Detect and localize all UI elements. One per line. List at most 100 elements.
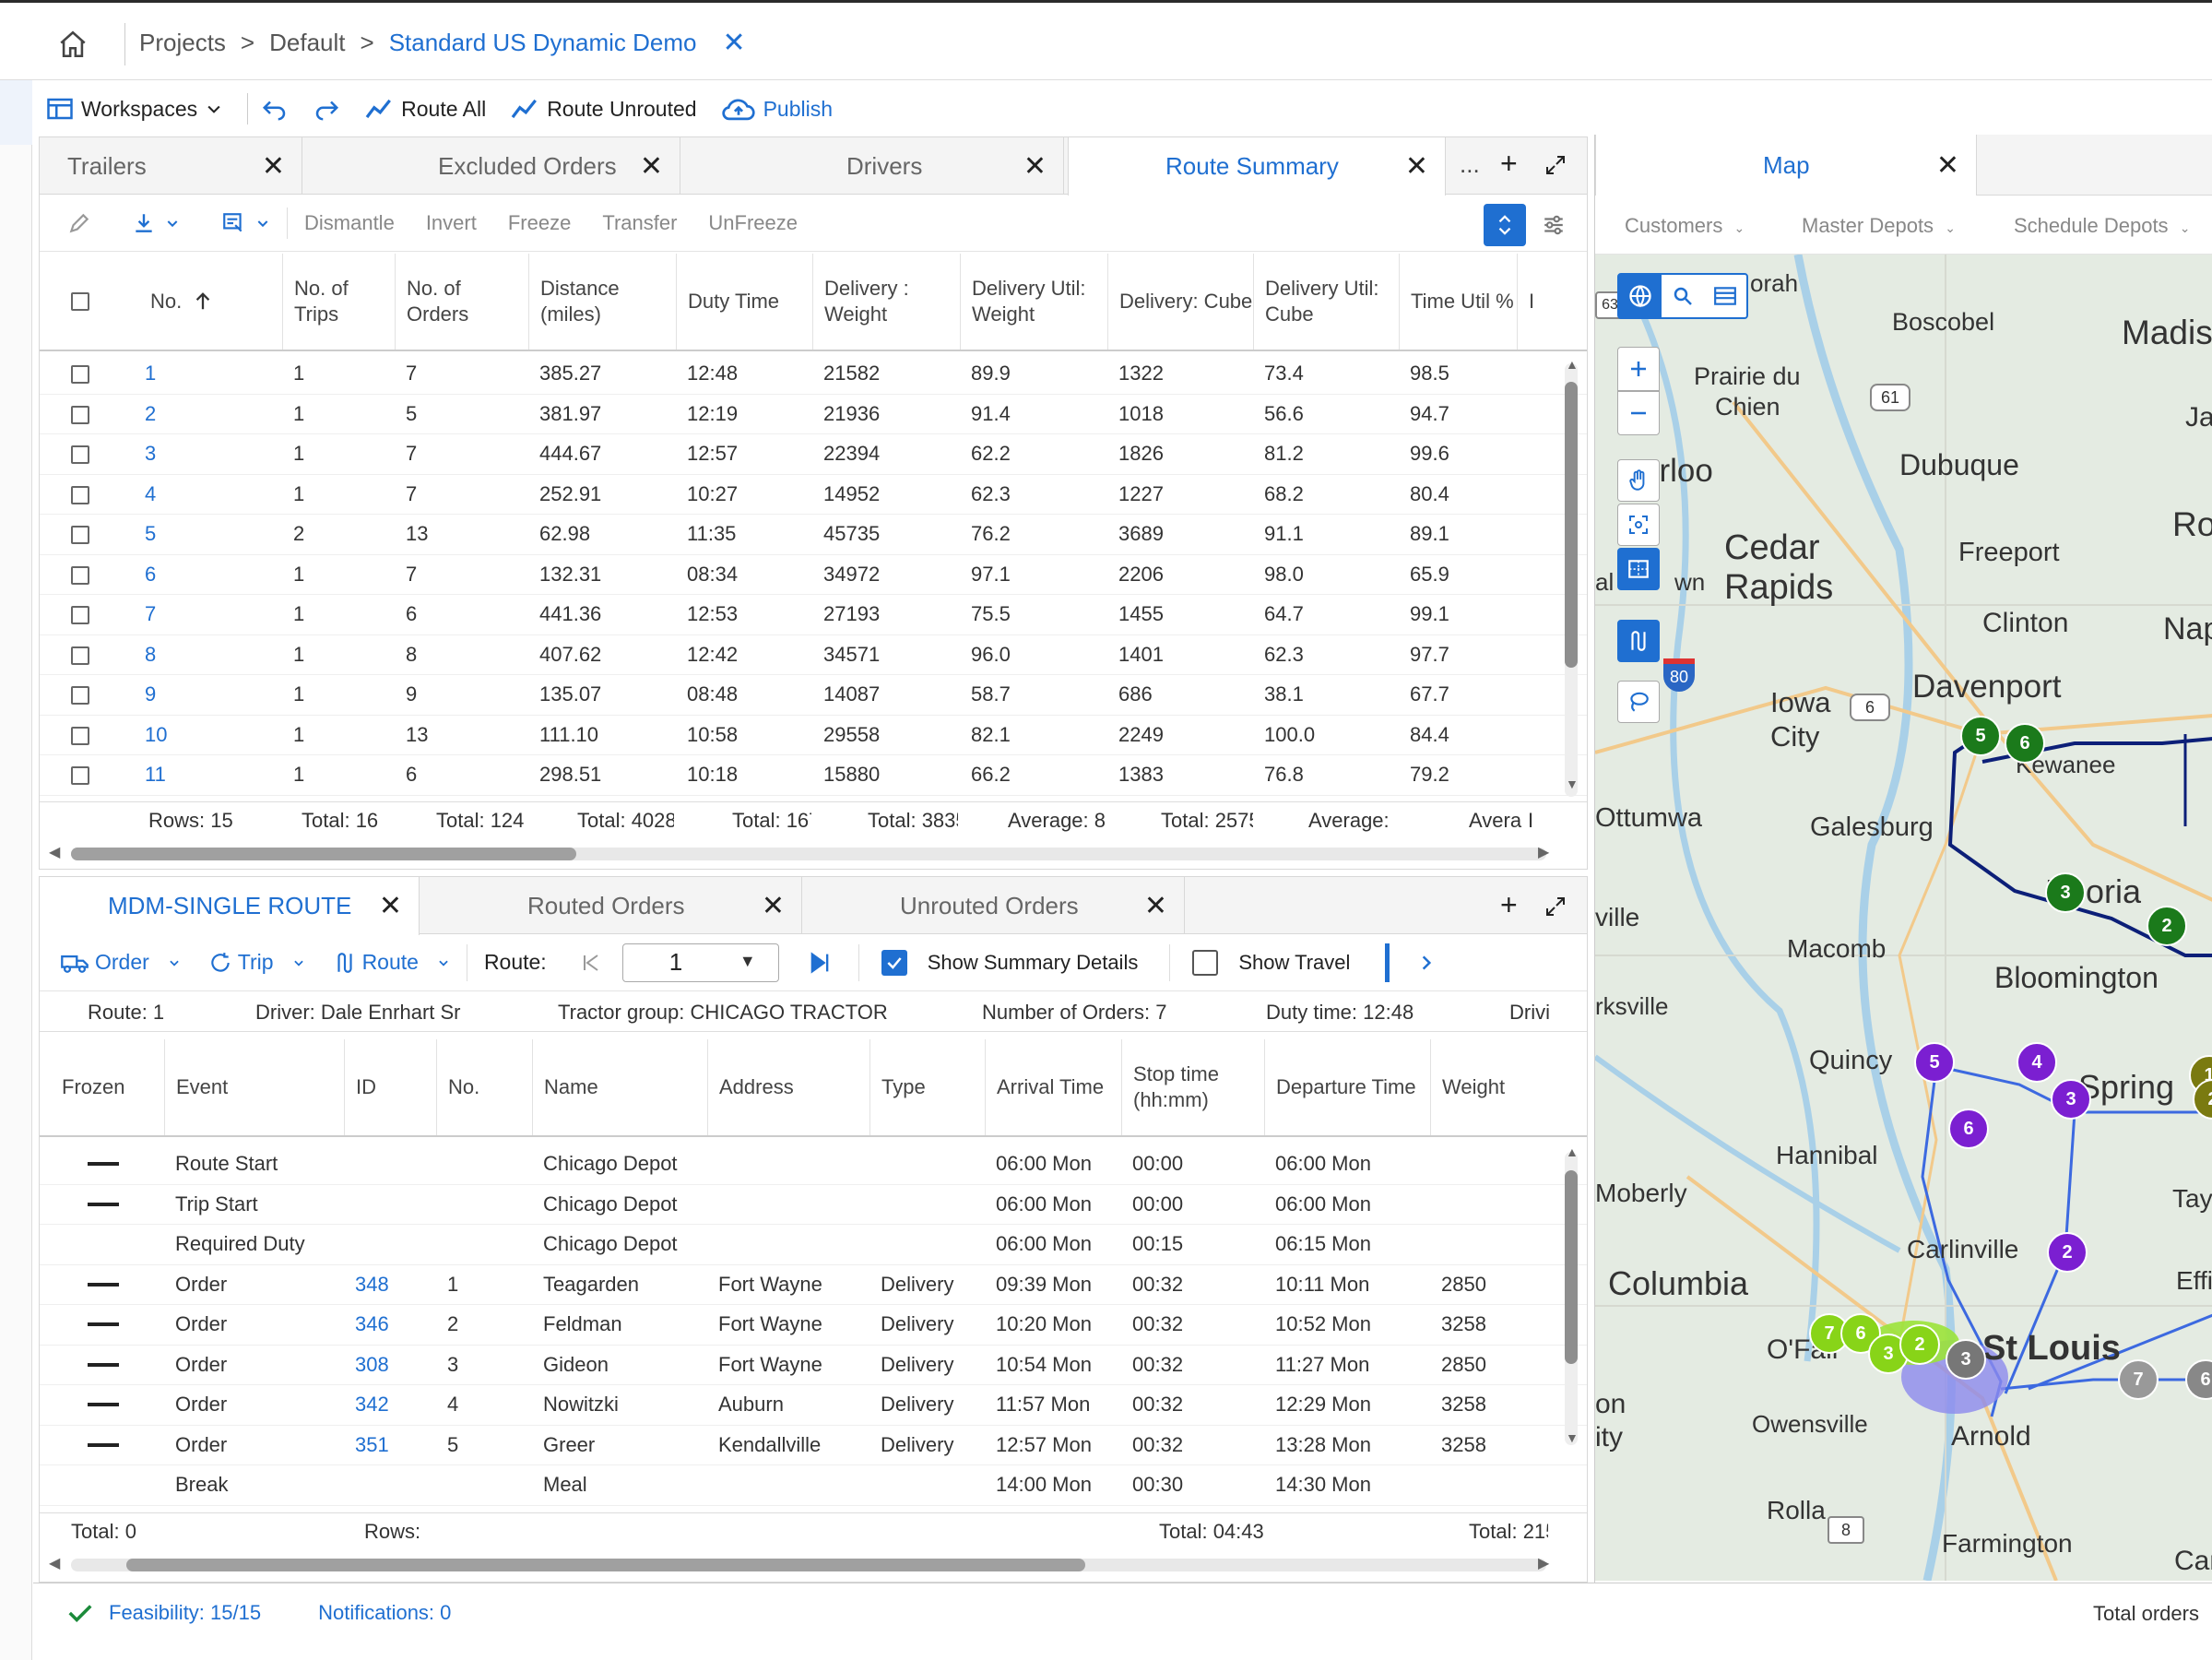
close-icon[interactable]: ✕: [1023, 150, 1047, 183]
row-checkbox[interactable]: [71, 526, 89, 544]
table-row[interactable]: Required Duty Chicago Depot 06:00 Mon 00:15…: [40, 1225, 1587, 1265]
redo-button[interactable]: [313, 95, 340, 123]
route-edit-icon[interactable]: [1617, 620, 1660, 662]
notifications-status[interactable]: Notifications: 0: [318, 1601, 451, 1625]
filter-schedule-depots[interactable]: Schedule Depots ⌄: [2014, 214, 2190, 238]
scroll-down-icon[interactable]: ▼: [1566, 777, 1579, 791]
route-number-link[interactable]: 6: [134, 555, 156, 595]
zoom-out-icon[interactable]: [1617, 391, 1660, 435]
col-truncated[interactable]: I: [1517, 254, 1550, 350]
table-row[interactable]: 7 1 6 441.36 12:53 27193 75.5 1455 64.7 99.1: [40, 595, 1587, 635]
col-delivery-weight[interactable]: Delivery : Weight: [812, 254, 960, 350]
route-stop-marker[interactable]: 5: [1960, 716, 2001, 756]
chevron-down-icon[interactable]: [255, 216, 270, 231]
scrollbar-thumb[interactable]: [1565, 382, 1578, 668]
table-row[interactable]: 3 1 7 444.67 12:57 22394 62.2 1826 81.2 99.6: [40, 434, 1587, 475]
scroll-right-icon[interactable]: ▶: [1538, 1554, 1549, 1572]
freeze-button[interactable]: Freeze: [508, 211, 571, 235]
last-route-icon[interactable]: [807, 950, 833, 976]
table-row[interactable]: 10 1 13 111.10 10:58 29558 82.1 2249 100.0 84.4: [40, 716, 1587, 755]
route-stop-marker[interactable]: 6: [1948, 1109, 1989, 1149]
feasibility-status[interactable]: Feasibility: 15/15: [109, 1601, 261, 1625]
row-checkbox[interactable]: [71, 565, 89, 585]
close-icon[interactable]: ✕: [262, 150, 285, 183]
close-icon[interactable]: ✕: [640, 150, 663, 183]
table-row[interactable]: Route Start Chicago Depot 06:00 Mon 00:00 06…: [40, 1144, 1587, 1185]
expand-icon[interactable]: [1544, 154, 1567, 176]
tab-unrouted-orders[interactable]: Unrouted Orders ✕: [802, 877, 1185, 934]
route-stop-marker[interactable]: 2: [2147, 906, 2187, 946]
pan-hand-icon[interactable]: [1617, 459, 1660, 502]
vertical-scrollbar[interactable]: [1565, 1152, 1578, 1445]
undo-button[interactable]: [261, 95, 289, 123]
route-number-link[interactable]: 2: [134, 395, 156, 434]
trip-menu[interactable]: Trip: [208, 950, 305, 975]
col-distance[interactable]: Distance (miles): [528, 254, 676, 350]
table-row[interactable]: Order 346 2 Feldman Fort Wayne Delivery 10:20 …: [40, 1305, 1587, 1346]
invert-button[interactable]: Invert: [426, 211, 477, 235]
route-number-link[interactable]: 4: [134, 475, 156, 515]
route-unrouted-button[interactable]: Route Unrouted: [510, 97, 697, 122]
tab-route-summary[interactable]: Route Summary ✕: [1068, 137, 1446, 196]
order-id-link[interactable]: 342: [344, 1385, 389, 1425]
dismantle-button[interactable]: Dismantle: [304, 211, 395, 235]
col-frozen[interactable]: Frozen: [40, 1039, 164, 1135]
order-id-link[interactable]: 351: [344, 1426, 389, 1465]
col-name[interactable]: Name: [532, 1039, 707, 1135]
order-id-link[interactable]: [344, 1185, 355, 1225]
download-icon[interactable]: [132, 211, 156, 235]
table-row[interactable]: Trip Start Chicago Depot 06:00 Mon 00:00 06:…: [40, 1185, 1587, 1225]
row-checkbox[interactable]: [71, 766, 89, 785]
search-icon[interactable]: [1662, 275, 1704, 317]
scroll-up-icon[interactable]: ▲: [1566, 357, 1579, 372]
filter-customers[interactable]: Customers ⌄: [1625, 214, 1745, 238]
route-number-link[interactable]: 8: [134, 635, 156, 675]
scroll-left-icon[interactable]: ◀: [49, 843, 60, 861]
sort-toggle-button[interactable]: [1484, 204, 1526, 246]
scroll-right-icon[interactable]: ▶: [1538, 843, 1549, 861]
tab-map[interactable]: Map ✕: [1595, 135, 1977, 196]
route-stop-marker[interactable]: 6: [2005, 723, 2045, 764]
route-number-link[interactable]: 10: [134, 716, 167, 755]
row-checkbox[interactable]: [71, 646, 89, 665]
col-type[interactable]: Type: [869, 1039, 985, 1135]
table-row[interactable]: 4 1 7 252.91 10:27 14952 62.3 1227 68.2 80.4: [40, 475, 1587, 515]
col-delivery-util-cube[interactable]: Delivery Util: Cube: [1253, 254, 1399, 350]
route-stop-marker[interactable]: 4: [2017, 1042, 2057, 1083]
breadcrumb-projects[interactable]: Projects: [139, 29, 226, 57]
route-stop-marker[interactable]: 3: [2051, 1079, 2091, 1120]
scrollbar-thumb[interactable]: [1565, 1170, 1578, 1364]
table-row[interactable]: 8 1 8 407.62 12:42 34571 96.0 1401 62.3 97.7: [40, 635, 1587, 675]
col-trips[interactable]: No. of Trips: [282, 254, 395, 350]
table-row[interactable]: 11 1 6 298.51 10:18 15880 66.2 1383 76.8 79.2: [40, 755, 1587, 796]
filter-master-depots[interactable]: Master Depots ⌄: [1802, 214, 1956, 238]
route-number-link[interactable]: 5: [134, 515, 156, 554]
table-row[interactable]: Break Meal 14:00 Mon 00:30 14:30 Mon: [40, 1465, 1587, 1506]
route-number-link[interactable]: 3: [134, 434, 156, 474]
vertical-scrollbar[interactable]: [1565, 363, 1578, 797]
col-departure-time[interactable]: Departure Time: [1264, 1039, 1430, 1135]
col-orders[interactable]: No. of Orders: [395, 254, 528, 350]
scroll-down-icon[interactable]: ▼: [1566, 1430, 1579, 1445]
route-menu[interactable]: Route: [333, 950, 450, 975]
fit-view-icon[interactable]: [1617, 504, 1660, 546]
table-row[interactable]: 5 2 13 62.98 11:35 45735 76.2 3689 91.1 89.1: [40, 515, 1587, 555]
order-id-link[interactable]: [344, 1465, 355, 1505]
tab-routed-orders[interactable]: Routed Orders ✕: [420, 877, 802, 934]
scroll-left-icon[interactable]: ◀: [49, 1554, 60, 1572]
first-route-icon[interactable]: [580, 952, 602, 974]
tab-mdm-single-route[interactable]: MDM-SINGLE ROUTE ✕: [40, 877, 420, 935]
row-checkbox[interactable]: [71, 606, 89, 624]
report-icon[interactable]: [220, 211, 246, 235]
table-row[interactable]: Order 308 3 Gideon Fort Wayne Delivery 10:54 M…: [40, 1346, 1587, 1385]
publish-button[interactable]: Publish: [721, 95, 833, 123]
col-delivery-cube[interactable]: Delivery: Cube: [1107, 254, 1253, 350]
close-project-icon[interactable]: ✕: [723, 27, 746, 59]
zoom-in-icon[interactable]: [1617, 347, 1660, 391]
col-arrival-time[interactable]: Arrival Time: [985, 1039, 1121, 1135]
route-stop-marker[interactable]: 5: [1914, 1042, 1955, 1083]
col-stop-time[interactable]: Stop time (hh:mm): [1121, 1039, 1264, 1135]
order-id-link[interactable]: 308: [344, 1346, 389, 1385]
col-duty-time[interactable]: Duty Time: [676, 254, 812, 350]
route-stop-marker[interactable]: 2: [2047, 1232, 2088, 1273]
